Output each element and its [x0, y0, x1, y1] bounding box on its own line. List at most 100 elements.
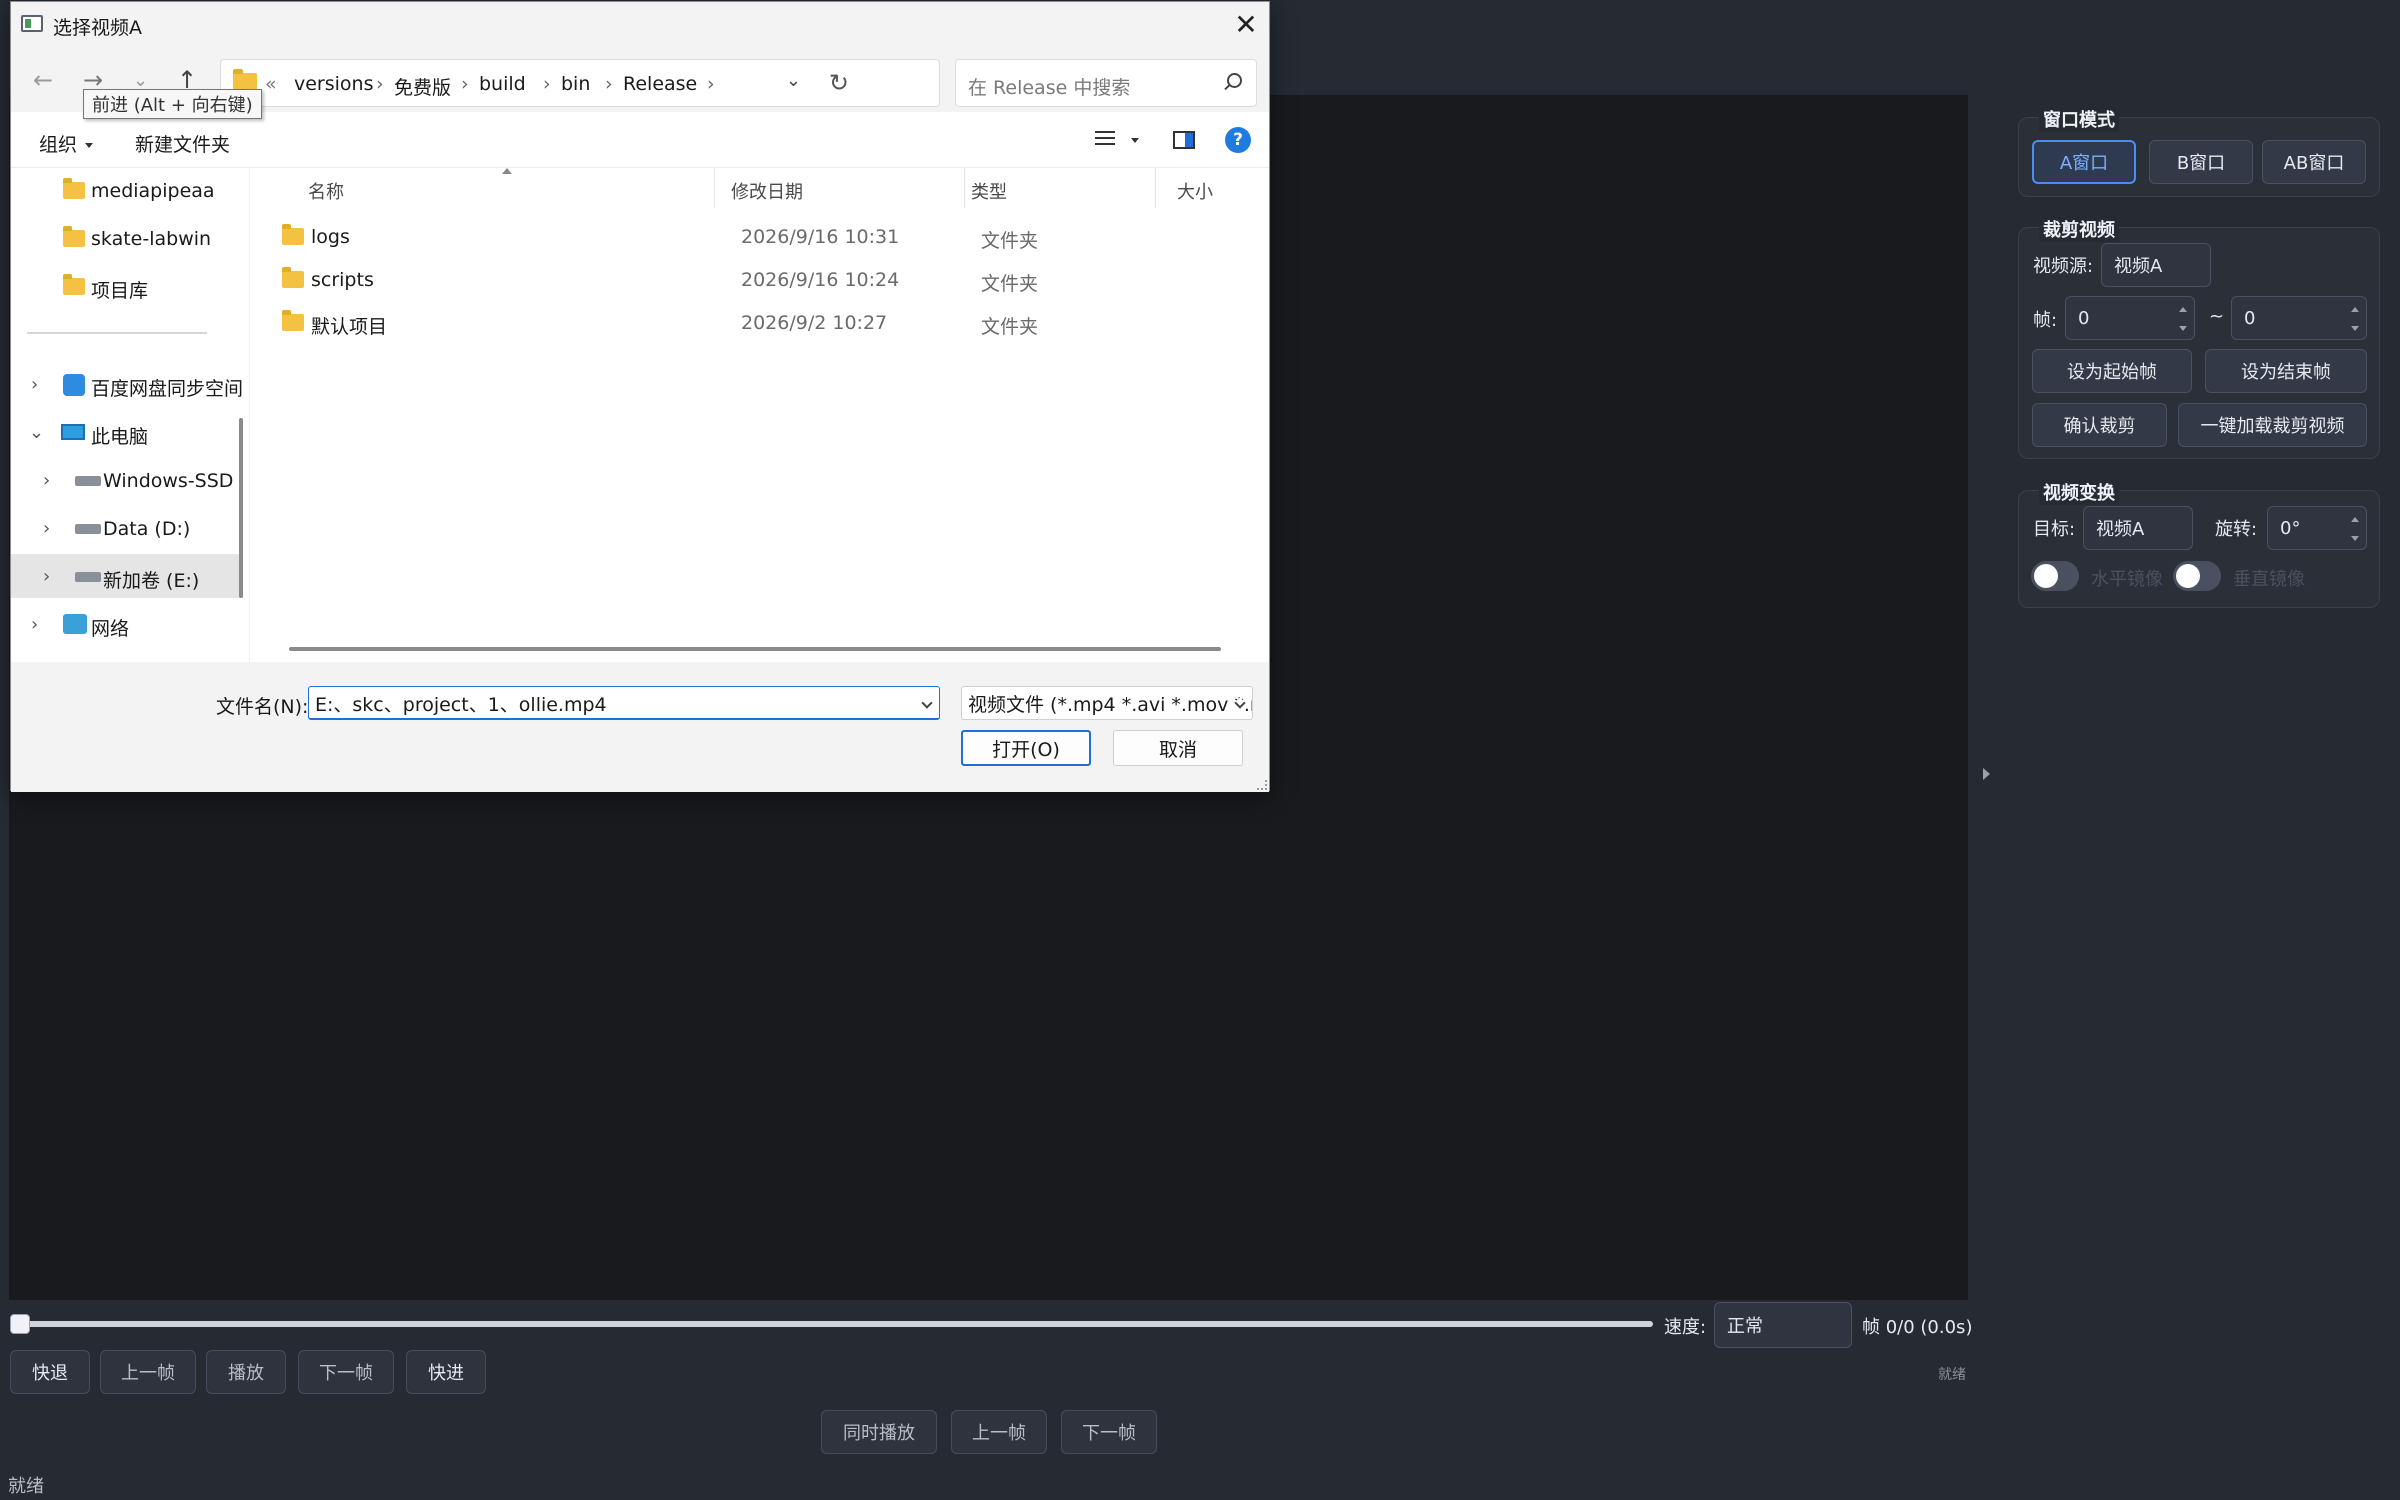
- tree-item-project-library[interactable]: 项目库: [11, 264, 243, 308]
- breadcrumb-release[interactable]: Release: [623, 73, 697, 95]
- vflip-toggle[interactable]: [2173, 561, 2221, 591]
- video-source-select[interactable]: 视频A: [2101, 243, 2211, 287]
- search-box[interactable]: 在 Release 中搜索: [955, 59, 1257, 107]
- nav-pane-scrollbar[interactable]: [239, 418, 243, 598]
- frame-label: 帧:: [2033, 310, 2058, 331]
- sync-prev-frame-button[interactable]: 上一帧: [951, 1410, 1047, 1454]
- timeline-slider-handle[interactable]: [10, 1314, 30, 1334]
- tree-label: 新加卷 (E:): [103, 570, 200, 592]
- column-header-size[interactable]: 大小: [1177, 178, 1213, 204]
- folder-icon: [63, 178, 85, 199]
- chevron-right-icon[interactable]: ›: [43, 470, 50, 491]
- tree-label: 项目库: [91, 280, 149, 302]
- end-frame-spinbox[interactable]: 0: [2231, 296, 2367, 340]
- recent-chevron-down-icon[interactable]: ⌄: [133, 70, 148, 91]
- set-start-frame-button[interactable]: 设为起始帧: [2032, 349, 2192, 393]
- resize-grip-icon[interactable]: [1257, 780, 1267, 790]
- speed-select[interactable]: 正常: [1714, 1302, 1852, 1348]
- hflip-toggle[interactable]: [2031, 561, 2079, 591]
- play-button[interactable]: 播放: [206, 1350, 286, 1394]
- column-separator[interactable]: [964, 168, 965, 208]
- column-header-type[interactable]: 类型: [971, 178, 1007, 204]
- refresh-icon[interactable]: ↻: [829, 69, 849, 97]
- tree-label: Data (D:): [103, 518, 191, 540]
- chevron-down-icon[interactable]: ⌄: [29, 422, 44, 443]
- address-bar[interactable]: « versions › 免费版 › build › bin › Release…: [220, 59, 940, 107]
- window-mode-group: 窗口模式 A窗口 B窗口 AB窗口: [2018, 106, 2380, 197]
- chevron-right-icon[interactable]: ›: [43, 566, 50, 587]
- dialog-titlebar[interactable]: 选择视频A ✕: [11, 2, 1269, 46]
- column-header-date[interactable]: 修改日期: [731, 178, 803, 204]
- file-list-horizontal-scrollbar[interactable]: [289, 647, 1221, 651]
- view-options-icon[interactable]: [1095, 131, 1115, 147]
- tree-item-windows-ssd[interactable]: › Windows-SSD: [11, 458, 243, 502]
- chevron-right-icon[interactable]: ›: [43, 518, 50, 539]
- search-icon[interactable]: [1227, 73, 1242, 88]
- next-frame-button[interactable]: 下一帧: [298, 1350, 394, 1394]
- panel-collapse-arrow-icon[interactable]: [1983, 768, 1990, 780]
- chevron-right-icon[interactable]: ›: [31, 374, 38, 395]
- view-caret-down-icon[interactable]: [1131, 138, 1139, 143]
- help-icon[interactable]: ?: [1225, 127, 1251, 153]
- back-arrow-icon[interactable]: ←: [33, 66, 53, 94]
- file-row[interactable]: logs 2026/9/16 10:31 文件夹: [270, 216, 1260, 258]
- file-name: logs: [311, 226, 350, 248]
- start-frame-spinbox[interactable]: 0: [2065, 296, 2195, 340]
- sync-next-frame-button[interactable]: 下一帧: [1061, 1410, 1157, 1454]
- column-separator[interactable]: [1155, 168, 1156, 208]
- trim-video-title: 裁剪视频: [2039, 216, 2119, 242]
- close-icon[interactable]: ✕: [1223, 2, 1269, 46]
- chevron-down-icon[interactable]: [921, 697, 933, 709]
- spin-arrows-icon[interactable]: [2350, 515, 2360, 543]
- file-type: 文件夹: [981, 273, 1039, 295]
- file-list: 名称 修改日期 类型 大小 logs 2026/9/16 10:31 文件夹 s…: [249, 168, 1269, 662]
- tree-item-network[interactable]: › 网络: [11, 602, 243, 646]
- breadcrumb-versions[interactable]: versions: [294, 73, 374, 95]
- confirm-trim-button[interactable]: 确认裁剪: [2032, 403, 2167, 447]
- file-row[interactable]: scripts 2026/9/16 10:24 文件夹: [270, 259, 1260, 301]
- tree-item-mediapipeaa[interactable]: mediapipeaa: [11, 168, 243, 212]
- computer-icon: [61, 424, 85, 440]
- spin-arrows-icon[interactable]: [2350, 305, 2360, 333]
- column-header-name[interactable]: 名称: [308, 178, 344, 204]
- breadcrumb-build[interactable]: build: [479, 73, 526, 95]
- breadcrumb-free-edition[interactable]: 免费版: [394, 73, 451, 100]
- drive-icon: [75, 524, 101, 534]
- new-folder-button[interactable]: 新建文件夹: [135, 130, 230, 157]
- tree-item-baidu-sync[interactable]: › 百度网盘同步空间: [11, 362, 243, 406]
- address-dropdown-chevron-icon[interactable]: ⌄: [786, 70, 801, 91]
- organize-menu[interactable]: 组织: [39, 130, 94, 157]
- forward-tooltip: 前进 (Alt + 向右键): [83, 89, 262, 119]
- filename-input[interactable]: E:、skc、project、1、ollie.mp4: [308, 686, 940, 720]
- video-transform-title: 视频变换: [2039, 479, 2119, 505]
- forward-button[interactable]: 快进: [406, 1350, 486, 1394]
- file-type-filter-select[interactable]: 视频文件 (*.mp4 *.avi *.mov *.mkv): [961, 686, 1253, 720]
- tree-item-new-volume-e[interactable]: › 新加卷 (E:): [11, 554, 243, 598]
- sync-play-button[interactable]: 同时播放: [821, 1410, 937, 1454]
- ab-window-button[interactable]: AB窗口: [2262, 140, 2366, 184]
- tree-item-this-pc[interactable]: ⌄ 此电脑: [11, 410, 243, 454]
- preview-pane-icon[interactable]: [1173, 131, 1195, 149]
- chevron-right-icon[interactable]: ›: [31, 614, 38, 635]
- timeline-slider-track[interactable]: [20, 1321, 1653, 1327]
- breadcrumb-overflow[interactable]: «: [265, 73, 277, 95]
- folder-icon: [282, 267, 304, 288]
- tree-item-data-d[interactable]: › Data (D:): [11, 506, 243, 550]
- a-window-button[interactable]: A窗口: [2032, 140, 2136, 184]
- b-window-button[interactable]: B窗口: [2149, 140, 2253, 184]
- tree-item-skate-labwin[interactable]: skate-labwin: [11, 216, 243, 260]
- load-trimmed-video-button[interactable]: 一键加载裁剪视频: [2178, 403, 2367, 447]
- open-button[interactable]: 打开(O): [961, 730, 1091, 766]
- transform-target-select[interactable]: 视频A: [2083, 506, 2193, 550]
- rotate-value: 0°: [2280, 517, 2301, 539]
- spin-arrows-icon[interactable]: [2178, 305, 2188, 333]
- video-source-label: 视频源:: [2033, 256, 2094, 277]
- prev-frame-button[interactable]: 上一帧: [100, 1350, 196, 1394]
- breadcrumb-bin[interactable]: bin: [561, 73, 590, 95]
- rewind-button[interactable]: 快退: [10, 1350, 90, 1394]
- column-separator[interactable]: [714, 168, 715, 208]
- set-end-frame-button[interactable]: 设为结束帧: [2205, 349, 2367, 393]
- cancel-button[interactable]: 取消: [1113, 730, 1243, 766]
- rotate-spinbox[interactable]: 0°: [2267, 506, 2367, 550]
- file-row[interactable]: 默认项目 2026/9/2 10:27 文件夹: [270, 302, 1260, 344]
